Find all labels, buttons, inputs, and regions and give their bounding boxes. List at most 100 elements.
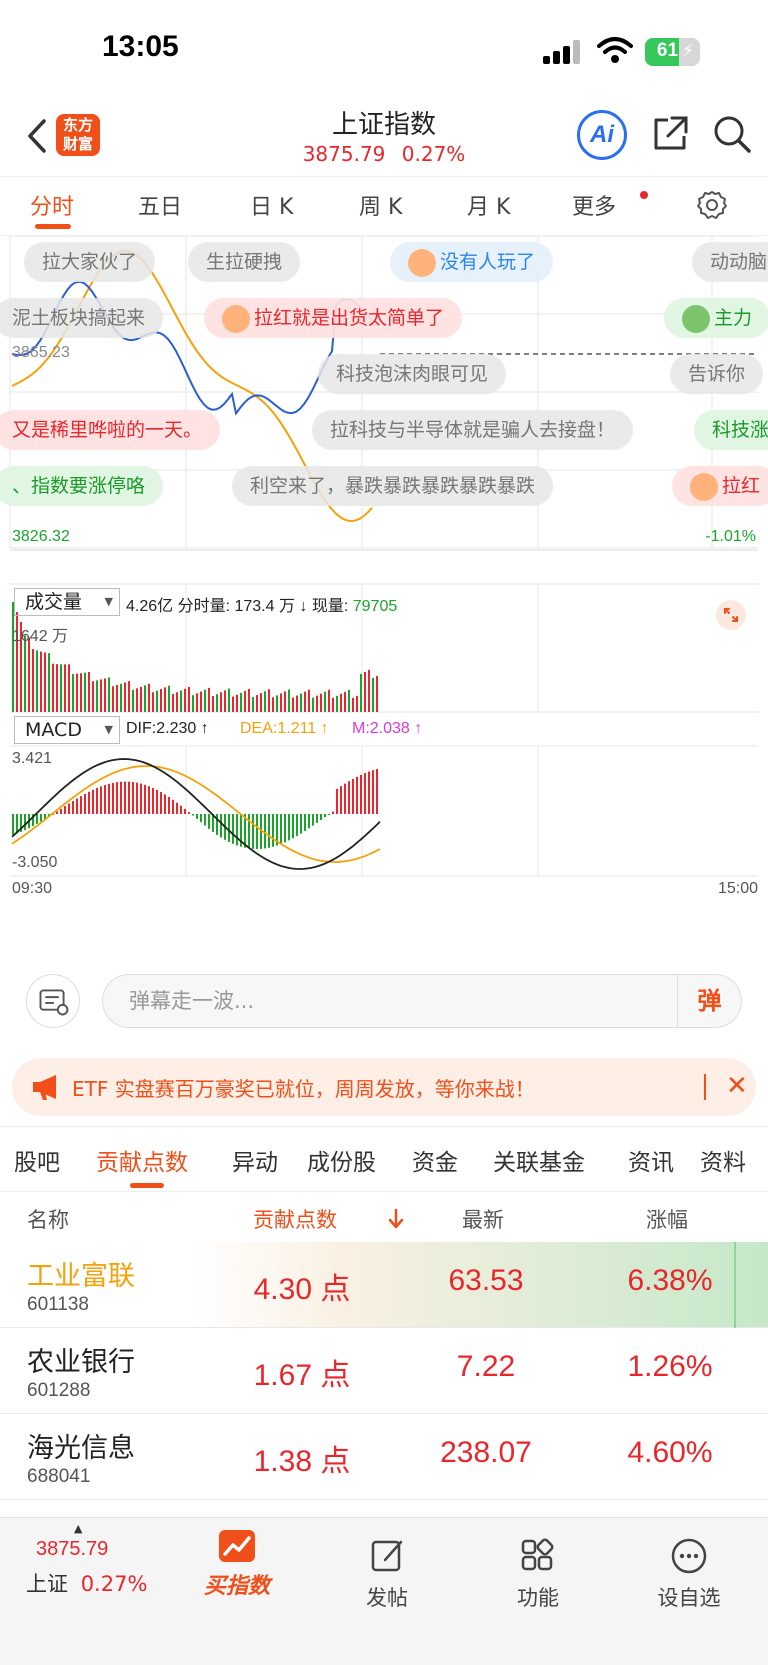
- macd-histogram-bar: [172, 799, 174, 814]
- danmaku-item[interactable]: 拉红就是出货太简单了: [204, 298, 463, 338]
- volume-bar: [180, 690, 182, 712]
- volume-bar: [168, 685, 170, 712]
- tab-forum[interactable]: 股吧: [14, 1143, 60, 1177]
- danmaku-input[interactable]: 弹幕走一波... 弹: [102, 974, 742, 1028]
- column-points[interactable]: 贡献点数: [253, 1204, 337, 1234]
- volume-bar: [276, 695, 278, 712]
- macd-histogram-bar: [272, 814, 274, 847]
- macd-histogram-bar: [120, 781, 122, 814]
- danmaku-item[interactable]: 告诉你: [670, 354, 764, 394]
- volume-indicator-select[interactable]: 成交量 ▼: [14, 588, 120, 616]
- cellular-signal-icon: [543, 40, 583, 64]
- stock-points: 4.30 点: [253, 1273, 351, 1306]
- stock-code: 601138: [27, 1294, 89, 1315]
- tab-contribution[interactable]: 贡献点数: [96, 1143, 188, 1177]
- table-row[interactable]: 工业富联 601138 4.30 点 63.53 6.38%: [0, 1242, 768, 1328]
- tab-intraday[interactable]: 分时: [30, 189, 74, 221]
- macd-indicator-select[interactable]: MACD ▼: [14, 716, 120, 744]
- volume-bar: [28, 637, 30, 712]
- volume-bar: [292, 697, 294, 712]
- gear-icon[interactable]: [696, 189, 728, 221]
- danmaku-item[interactable]: 没有人玩了: [390, 242, 554, 282]
- volume-bar: [124, 682, 126, 712]
- nav-post[interactable]: 发帖: [312, 1518, 462, 1638]
- volume-bar: [312, 697, 314, 712]
- macd-histogram-bar: [252, 814, 254, 849]
- danmaku-item[interactable]: 拉红: [672, 466, 768, 506]
- macd-histogram-bar: [64, 806, 66, 814]
- send-danmaku-button[interactable]: 弹: [677, 975, 741, 1027]
- volume-bar: [92, 681, 94, 712]
- danmaku-item[interactable]: 主力: [664, 298, 768, 338]
- ai-assistant-icon[interactable]: Ai: [577, 110, 627, 160]
- volume-bar: [232, 696, 234, 712]
- volume-bar: [56, 664, 58, 712]
- macd-histogram-bar: [80, 796, 82, 814]
- wifi-icon: [597, 37, 633, 63]
- table-row[interactable]: 海光信息 688041 1.38 点 238.07 4.60%: [0, 1414, 768, 1500]
- volume-bar: [308, 689, 310, 712]
- danmaku-item[interactable]: 拉科技与半导体就是骗人去接盘！: [312, 410, 634, 450]
- table-row[interactable]: 农业银行 601288 1.67 点 7.22 1.26%: [0, 1328, 768, 1414]
- macd-histogram-bar: [308, 814, 310, 829]
- column-change[interactable]: 涨幅: [646, 1204, 688, 1234]
- danmaku-item[interactable]: 生拉硬拽: [188, 242, 301, 282]
- intraday-chart[interactable]: 3865.23 3826.32 -1.01% 拉大家伙了 生拉硬拽 没有人玩了 …: [0, 236, 768, 956]
- volume-bar: [44, 652, 46, 712]
- macd-histogram-bar: [68, 803, 70, 814]
- tab-five-day[interactable]: 五日: [138, 189, 182, 221]
- nav-buy-index[interactable]: 买指数: [162, 1518, 312, 1638]
- share-icon[interactable]: [650, 114, 690, 154]
- nav-add-watchlist[interactable]: 设自选: [614, 1518, 764, 1638]
- macd-histogram-bar: [84, 793, 86, 814]
- close-icon[interactable]: ✕: [726, 1072, 748, 1100]
- tab-info[interactable]: 资料: [700, 1143, 746, 1177]
- macd-histogram-bar: [72, 801, 74, 814]
- tab-movement[interactable]: 异动: [232, 1143, 278, 1177]
- tab-monthly-k[interactable]: 月 K: [467, 189, 510, 221]
- volume-bar: [368, 669, 370, 712]
- macd-histogram-bar: [192, 814, 194, 816]
- danmaku-item[interactable]: 科技泡沫肉眼可见: [318, 354, 507, 394]
- danmaku-item[interactable]: 、指数要涨停咯: [0, 466, 164, 506]
- macd-histogram-bar: [160, 792, 162, 814]
- volume-bar: [68, 664, 70, 712]
- avatar: [690, 472, 718, 501]
- danmaku-settings-icon[interactable]: [26, 974, 80, 1028]
- macd-m: M:2.038 ↑: [352, 720, 423, 737]
- macd-histogram-bar: [40, 814, 42, 822]
- volume-bar: [196, 693, 198, 712]
- macd-histogram-bar: [352, 778, 354, 814]
- macd-histogram-bar: [196, 814, 198, 819]
- volume-bar: [212, 696, 214, 712]
- tab-more[interactable]: 更多: [572, 189, 616, 221]
- volume-bar: [148, 683, 150, 712]
- volume-bar: [300, 693, 302, 712]
- tab-weekly-k[interactable]: 周 K: [359, 189, 402, 221]
- danmaku-item[interactable]: 利空来了，暴跌暴跌暴跌暴跌暴跌: [232, 466, 554, 506]
- danmaku-item[interactable]: 拉大家伙了: [24, 242, 156, 282]
- danmaku-item[interactable]: 泥土板块搞起来: [0, 298, 164, 338]
- volume-bar: [272, 697, 274, 712]
- sort-desc-icon[interactable]: [388, 1208, 404, 1230]
- nav-index-quote[interactable]: ▲ 3875.79 上证 0.27%: [4, 1518, 154, 1638]
- volume-bar: [156, 690, 158, 712]
- search-icon[interactable]: [712, 114, 752, 154]
- time-end-label: 15:00: [717, 880, 758, 897]
- nav-functions[interactable]: 功能: [463, 1518, 613, 1638]
- tab-daily-k[interactable]: 日 K: [250, 189, 293, 221]
- tab-capital[interactable]: 资金: [412, 1143, 458, 1177]
- expand-icon[interactable]: [716, 600, 746, 630]
- volume-bar: [40, 651, 42, 712]
- column-price[interactable]: 最新: [462, 1204, 504, 1234]
- promo-banner[interactable]: ETF 实盘赛百万豪奖已就位，周周发放，等你来战！ ✕: [12, 1058, 756, 1116]
- danmaku-item[interactable]: 科技涨: [694, 410, 768, 450]
- danmaku-item[interactable]: 又是稀里哗啦的一天。: [0, 410, 221, 450]
- volume-bar: [108, 677, 110, 712]
- column-name[interactable]: 名称: [27, 1204, 69, 1234]
- tab-news[interactable]: 资讯: [628, 1143, 674, 1177]
- volume-bar: [72, 674, 74, 712]
- tab-constituents[interactable]: 成份股: [307, 1143, 376, 1177]
- tab-related-funds[interactable]: 关联基金: [493, 1143, 585, 1177]
- danmaku-item[interactable]: 动动脑: [692, 242, 768, 282]
